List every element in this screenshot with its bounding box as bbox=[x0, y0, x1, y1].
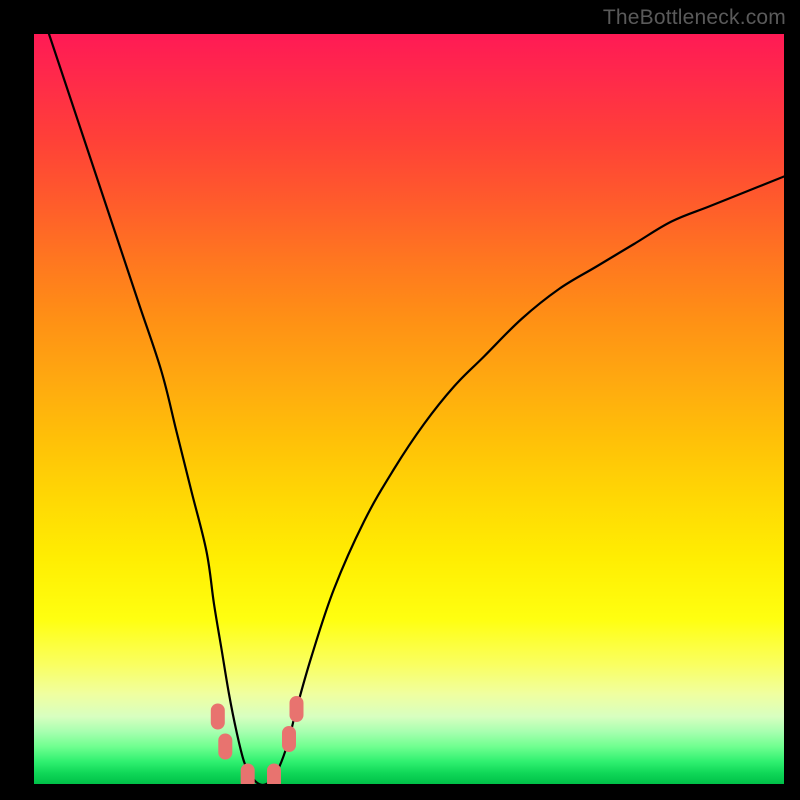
attribution-text: TheBottleneck.com bbox=[603, 6, 786, 30]
curve-marker bbox=[282, 726, 296, 752]
curve-marker bbox=[218, 734, 232, 760]
curve-marker bbox=[211, 704, 225, 730]
curve-layer bbox=[34, 34, 784, 784]
bottleneck-curve bbox=[49, 34, 784, 784]
plot-area bbox=[34, 34, 784, 784]
curve-markers bbox=[211, 696, 304, 784]
curve-marker bbox=[290, 696, 304, 722]
curve-marker bbox=[241, 764, 255, 785]
curve-marker bbox=[267, 764, 281, 785]
chart-frame: TheBottleneck.com bbox=[0, 0, 800, 800]
